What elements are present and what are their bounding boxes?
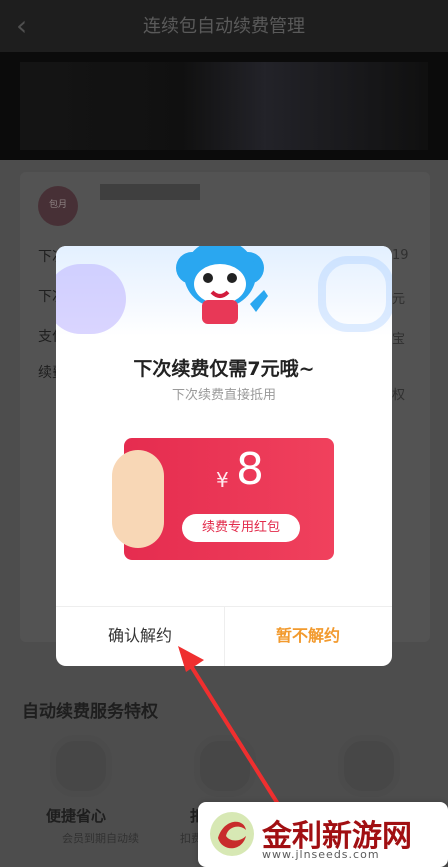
retention-dialog: 下次续费仅需7元哦~ 下次续费直接抵用 ¥ 8 续费专用红包 确认解约 暂不解约 [56,246,392,666]
logo-emblem-icon [210,812,254,856]
dialog-subtitle: 下次续费直接抵用 [171,388,276,403]
red-packet-flap [112,450,164,548]
keep-subscription-button[interactable]: 暂不解约 [224,606,392,666]
decorative-blob [56,264,126,334]
red-packet: ¥ 8 续费专用红包 [112,438,334,560]
dialog-title: 下次续费仅需7元哦~ [133,358,315,380]
confirm-unsubscribe-button[interactable]: 确认解约 [56,606,224,666]
red-packet-currency: ¥ [216,468,229,492]
red-packet-label: 续费专用红包 [182,514,300,542]
monkey-mascot-icon [176,246,268,324]
decorative-ring [318,256,392,332]
red-packet-amount: 8 [236,444,264,495]
watermark-url: www.jlnseeds.com [262,848,380,861]
